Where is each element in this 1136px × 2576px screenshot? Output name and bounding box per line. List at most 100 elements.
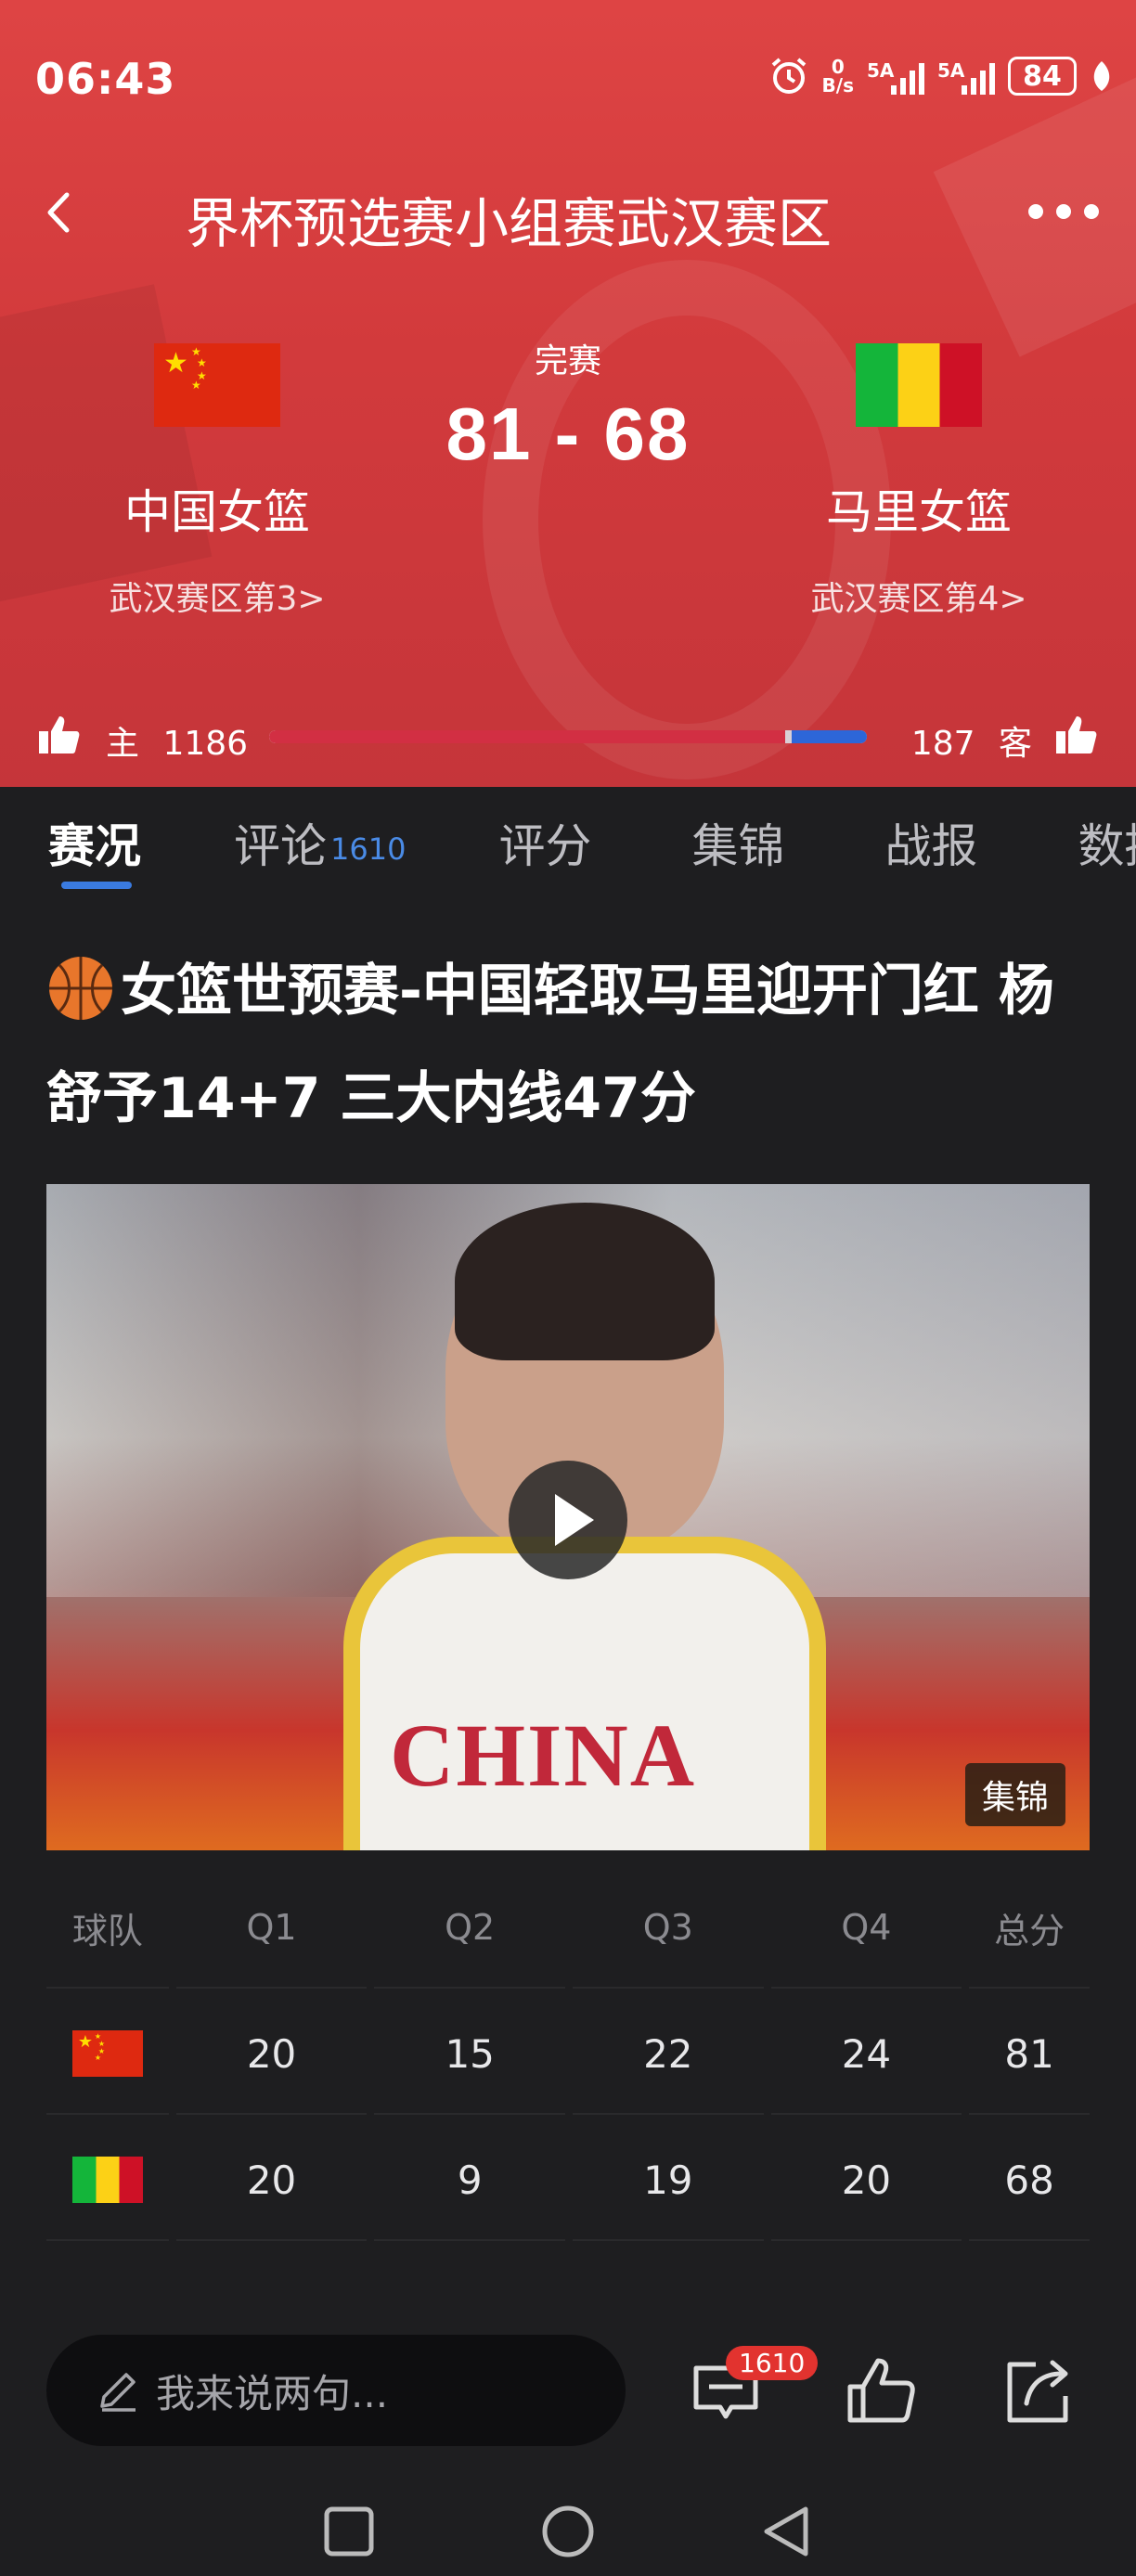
tab-report[interactable]: 战报	[884, 787, 977, 898]
tab-live[interactable]: 赛况	[48, 787, 141, 898]
support-ratio-away-fill	[791, 730, 867, 743]
video-player[interactable]: CHINA 集锦	[46, 1184, 1090, 1850]
battery-icon: 84	[1008, 57, 1077, 96]
recent-apps-button[interactable]	[321, 2504, 377, 2559]
signal-label-2: 5A	[937, 59, 965, 82]
table-row: 20 9 19 20 68	[46, 2118, 1091, 2244]
thumbs-up-icon	[1056, 716, 1097, 753]
mali-flag-icon	[856, 343, 982, 427]
match-state: 完赛	[534, 342, 601, 380]
table-cell: 22	[573, 1994, 764, 2115]
quarter-score-table: 球队 Q1 Q2 Q3 Q4 总分 ★ ★ ★ ★ ★ 20 15 22 24 …	[46, 1865, 1091, 2244]
table-cell: 19	[573, 2120, 764, 2241]
like-button[interactable]	[846, 2355, 917, 2426]
home-button[interactable]	[540, 2504, 596, 2559]
more-dot-icon	[1056, 204, 1071, 219]
home-like-button[interactable]	[37, 713, 82, 757]
status-time: 06:43	[35, 54, 176, 104]
table-row: ★ ★ ★ ★ ★ 20 15 22 24 81	[46, 1991, 1091, 2118]
tab-label: 数据	[1078, 819, 1136, 873]
away-support-label: 客	[998, 725, 1032, 763]
system-back-button[interactable]	[759, 2504, 815, 2559]
comment-input[interactable]: 我来说两句...	[46, 2335, 626, 2446]
comment-count-badge: 1610	[726, 2346, 819, 2380]
table-cell-team	[46, 2120, 169, 2241]
home-support: 主 1186	[106, 716, 248, 765]
video-player-hair	[455, 1203, 715, 1360]
table-cell-team: ★ ★ ★ ★ ★	[46, 1994, 169, 2115]
status-icons: 0 B/s 5A 5A 84	[768, 56, 1114, 97]
tab-label: 评论	[234, 819, 327, 873]
china-flag-icon: ★ ★ ★ ★ ★	[154, 343, 280, 427]
support-ratio-home-fill	[269, 730, 786, 743]
table-header: 总分	[969, 1868, 1091, 1989]
top-nav: 界杯预选赛小组赛武汉赛区	[0, 167, 1136, 260]
more-dot-icon	[1084, 204, 1099, 219]
tab-stats[interactable]: 数据	[1078, 787, 1136, 898]
tab-comments[interactable]: 评论 1610	[234, 787, 406, 898]
tab-ratings[interactable]: 评分	[498, 787, 591, 898]
tab-comments-count: 1610	[330, 831, 407, 867]
table-header: 球队	[46, 1868, 169, 1989]
support-bar: 主 1186 187 客	[0, 705, 1136, 770]
video-tag: 集锦	[964, 1763, 1065, 1826]
home-team[interactable]: ★ ★ ★ ★ ★ 中国女篮 武汉赛区第3>	[59, 343, 375, 620]
share-button[interactable]	[1004, 2355, 1075, 2426]
square-icon	[324, 2506, 374, 2557]
table-header: Q2	[374, 1868, 565, 1989]
signal-icon-2: 5A	[937, 58, 995, 95]
away-team-name: 马里女篮	[826, 485, 1012, 539]
play-icon[interactable]	[509, 1461, 627, 1579]
net-speed: 0 B/s	[822, 58, 854, 95]
china-flag-icon: ★ ★ ★ ★ ★	[71, 2030, 143, 2077]
home-team-name: 中国女篮	[124, 485, 310, 539]
away-team[interactable]: 马里女篮 武汉赛区第4>	[761, 343, 1077, 620]
away-team-rank-link[interactable]: 武汉赛区第4>	[761, 572, 1077, 620]
more-button[interactable]	[1028, 193, 1099, 230]
match-header: 06:43 0 B/s 5A 5A 84 界杯预选赛小组赛武汉赛区 ★ ★ ★ …	[0, 0, 1136, 787]
basketball-icon	[49, 957, 112, 1020]
table-header: Q4	[770, 1868, 962, 1989]
tab-label: 战报	[884, 819, 978, 873]
tab-active-indicator	[61, 882, 132, 889]
share-icon	[1007, 2360, 1068, 2423]
triangle-back-icon	[764, 2506, 808, 2557]
table-header-row: 球队 Q1 Q2 Q3 Q4 总分	[46, 1865, 1091, 1991]
status-bar: 06:43 0 B/s 5A 5A 84	[0, 0, 1136, 167]
signal-label: 5A	[867, 59, 895, 82]
thumbs-up-icon	[847, 2358, 915, 2423]
tab-highlights[interactable]: 集锦	[691, 787, 784, 898]
away-support-count: 187	[910, 725, 975, 763]
away-support: 187 客	[911, 716, 1032, 765]
table-header: Q1	[175, 1868, 368, 1989]
comment-placeholder: 我来说两句...	[156, 2370, 389, 2416]
home-support-count: 1186	[162, 725, 249, 763]
support-ratio-bar	[269, 730, 867, 743]
away-like-button[interactable]	[1054, 713, 1099, 757]
table-cell: 20	[175, 2120, 368, 2241]
table-cell: 15	[374, 1994, 565, 2115]
tab-label: 赛况	[48, 819, 141, 873]
table-cell: 9	[374, 2120, 565, 2241]
net-speed-unit: B/s	[821, 74, 854, 97]
page-title: 界杯预选赛小组赛武汉赛区	[186, 192, 833, 255]
table-cell-total: 68	[969, 2120, 1091, 2241]
article-headline[interactable]: 女篮世预赛-中国轻取马里迎开门红 杨舒予14+7 三大内线47分	[46, 937, 1095, 1153]
back-button[interactable]	[37, 189, 84, 236]
pencil-icon	[100, 2373, 136, 2412]
table-cell: 20	[770, 2120, 962, 2241]
home-support-label: 主	[106, 725, 140, 763]
table-cell: 20	[175, 1994, 368, 2115]
score-box: 完赛 81 - 68	[382, 334, 754, 477]
circle-icon	[542, 2505, 594, 2557]
tab-label: 集锦	[691, 819, 785, 873]
net-speed-value: 0	[831, 56, 845, 78]
chevron-left-icon	[47, 192, 70, 233]
table-header: Q3	[573, 1868, 764, 1989]
home-team-rank-link[interactable]: 武汉赛区第3>	[59, 572, 375, 620]
match-score: 81 - 68	[445, 393, 691, 475]
alarm-icon	[771, 58, 806, 94]
video-jersey-text: CHINA	[390, 1706, 697, 1805]
table-cell-total: 81	[969, 1994, 1091, 2115]
headline-text: 女篮世预赛-中国轻取马里迎开门红 杨舒予14+7 三大内线47分	[46, 959, 1054, 1131]
